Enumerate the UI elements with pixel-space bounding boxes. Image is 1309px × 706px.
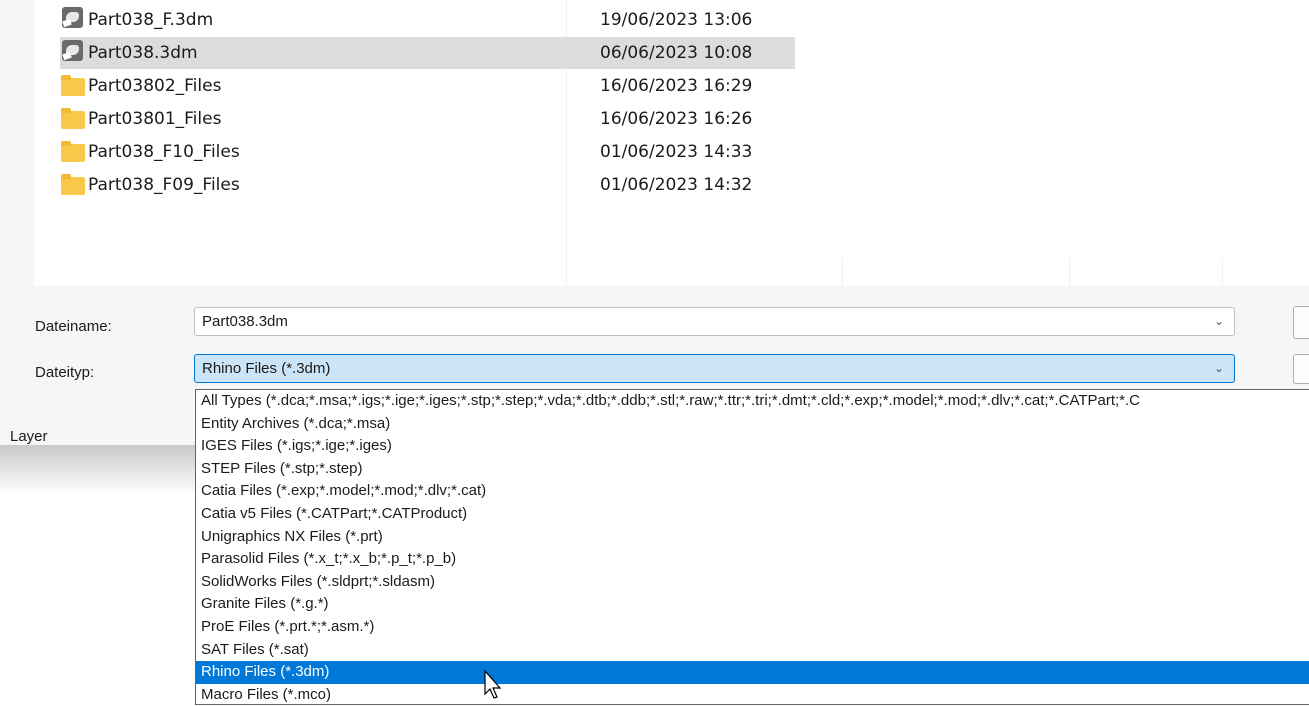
filetype-option[interactable]: All Types (*.dca;*.msa;*.igs;*.ige;*.ige… xyxy=(196,390,1309,413)
filetype-option[interactable]: Entity Archives (*.dca;*.msa) xyxy=(196,413,1309,436)
filetype-select[interactable]: Rhino Files (*.3dm) ⌄ xyxy=(194,354,1235,383)
filetype-value: Rhino Files (*.3dm) xyxy=(202,360,331,377)
file-row[interactable]: Part038_F10_Files 01/06/2023 14:33 xyxy=(60,136,795,168)
folder-icon xyxy=(61,174,85,195)
mouse-cursor-icon xyxy=(484,670,502,699)
filetype-option[interactable]: Granite Files (*.g.*) xyxy=(196,593,1309,616)
file-name: Part03802_Files xyxy=(88,76,222,96)
filename-combobox[interactable]: Part038.3dm ⌄ xyxy=(194,307,1235,336)
filetype-option[interactable]: Catia v5 Files (*.CATPart;*.CATProduct) xyxy=(196,503,1309,526)
filetype-option[interactable]: SAT Files (*.sat) xyxy=(196,639,1309,662)
cancel-button[interactable] xyxy=(1293,354,1309,384)
file-name: Part038_F.3dm xyxy=(88,10,214,30)
column-separator xyxy=(1069,258,1070,286)
filetype-option[interactable]: Parasolid Files (*.x_t;*.x_b;*.p_t;*.p_b… xyxy=(196,548,1309,571)
rhino-file-icon xyxy=(62,40,83,61)
file-name: Part038.3dm xyxy=(88,43,198,63)
filetype-option[interactable]: SolidWorks Files (*.sldprt;*.sldasm) xyxy=(196,571,1309,594)
file-name: Part038_F09_Files xyxy=(88,175,240,195)
filetype-dropdown-list[interactable]: All Types (*.dca;*.msa;*.igs;*.ige;*.ige… xyxy=(195,389,1309,705)
file-name: Part038_F10_Files xyxy=(88,142,240,162)
chevron-down-icon[interactable]: ⌄ xyxy=(1214,314,1224,328)
chevron-down-icon[interactable]: ⌄ xyxy=(1214,361,1224,375)
file-date: 06/06/2023 10:08 xyxy=(600,43,753,63)
rhino-file-icon xyxy=(62,7,83,28)
filename-label: Dateiname: xyxy=(35,318,112,335)
filetype-option[interactable]: STEP Files (*.stp;*.step) xyxy=(196,458,1309,481)
file-date: 16/06/2023 16:29 xyxy=(600,76,753,96)
save-button[interactable] xyxy=(1293,306,1309,339)
file-row[interactable]: Part03801_Files 16/06/2023 16:26 xyxy=(60,103,795,135)
file-row[interactable]: Part038_F.3dm 19/06/2023 13:06 xyxy=(60,4,795,36)
filetype-option[interactable]: Unigraphics NX Files (*.prt) xyxy=(196,526,1309,549)
filetype-option[interactable]: Rhino Files (*.3dm) xyxy=(196,661,1309,684)
file-name: Part03801_Files xyxy=(88,109,222,129)
file-row[interactable]: Part038_F09_Files 01/06/2023 14:32 xyxy=(60,169,795,201)
file-row[interactable]: Part03802_Files 16/06/2023 16:29 xyxy=(60,70,795,102)
file-date: 16/06/2023 16:26 xyxy=(600,109,753,129)
filetype-label: Dateityp: xyxy=(35,364,95,381)
filename-input[interactable]: Part038.3dm xyxy=(202,313,288,330)
layer-label: Layer xyxy=(10,428,48,445)
filetype-option[interactable]: Catia Files (*.exp;*.model;*.mod;*.dlv;*… xyxy=(196,480,1309,503)
folder-icon xyxy=(61,141,85,162)
column-separator xyxy=(842,258,843,286)
file-list[interactable]: Part038_F.3dm 19/06/2023 13:06 Part038.3dm… xyxy=(34,0,1309,286)
panel-shadow xyxy=(0,445,200,495)
folder-icon xyxy=(61,108,85,129)
file-row[interactable]: Part038.3dm 06/06/2023 10:08 xyxy=(60,37,795,69)
folder-icon xyxy=(61,75,85,96)
file-date: 01/06/2023 14:32 xyxy=(600,175,753,195)
file-date: 19/06/2023 13:06 xyxy=(600,10,753,30)
column-separator xyxy=(1222,258,1223,286)
filetype-option[interactable]: IGES Files (*.igs;*.ige;*.iges) xyxy=(196,435,1309,458)
file-dialog: Part038_F.3dm 19/06/2023 13:06 Part038.3dm… xyxy=(0,0,1309,445)
filetype-option[interactable]: Macro Files (*.mco) xyxy=(196,684,1309,706)
filetype-option[interactable]: ProE Files (*.prt.*;*.asm.*) xyxy=(196,616,1309,639)
file-date: 01/06/2023 14:33 xyxy=(600,142,753,162)
